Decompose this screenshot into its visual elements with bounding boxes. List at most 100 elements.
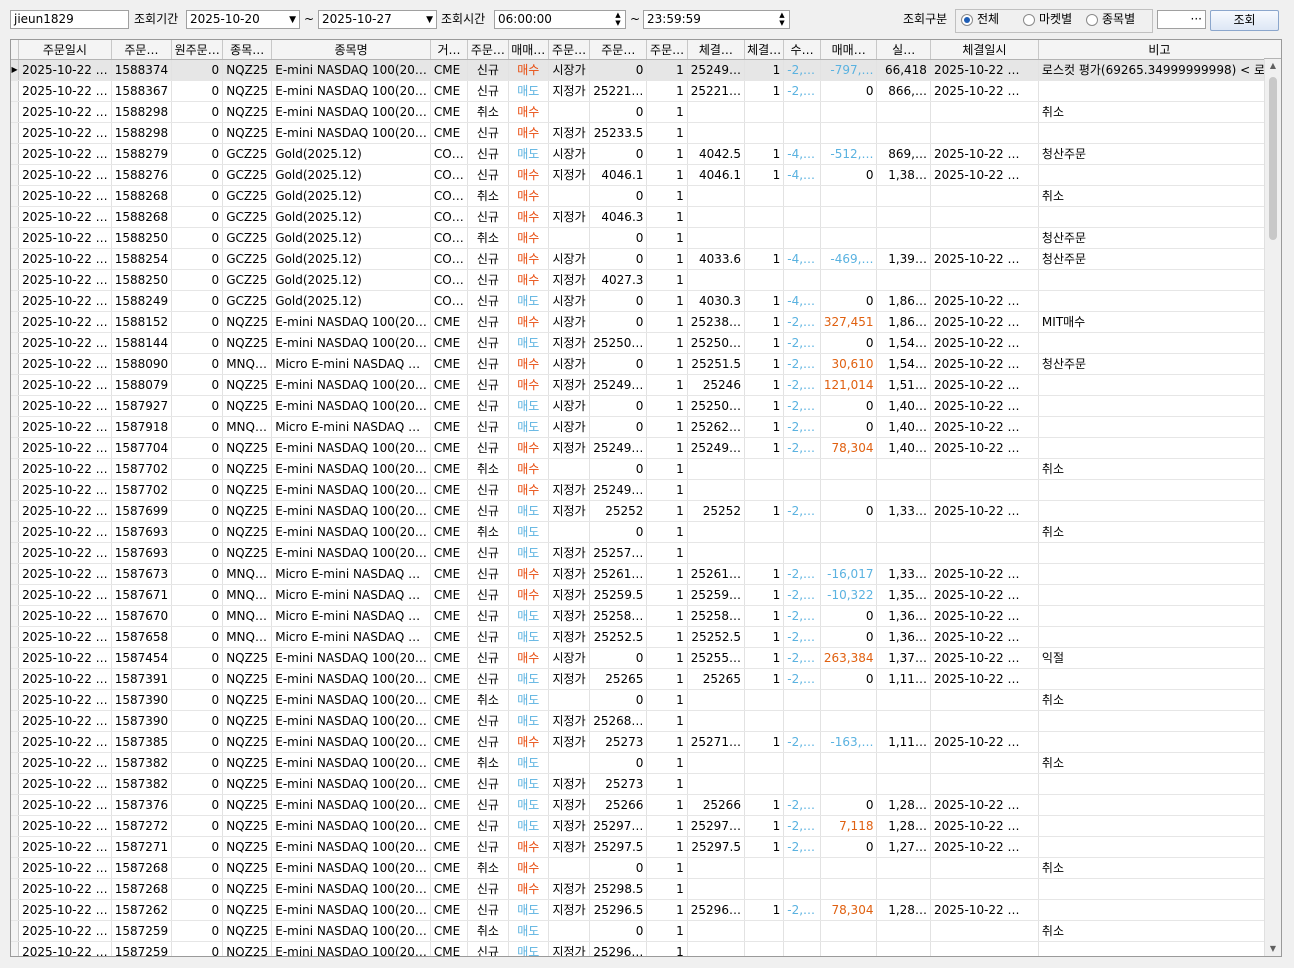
cell-side[interactable]: 매수 [508, 836, 549, 858]
cell-order-type[interactable]: 신규 [467, 773, 509, 795]
cell-orig-order-no[interactable]: 0 [171, 794, 224, 816]
cell-price-type[interactable]: 시장가 [548, 353, 591, 375]
cell-fill-qty[interactable] [744, 479, 785, 501]
cell-exchange[interactable]: CME [430, 374, 469, 396]
cell-order-type[interactable]: 신규 [467, 164, 509, 186]
cell-fill-datetime[interactable] [930, 122, 1039, 144]
table-row[interactable]: 2025-10-22 … 1588276 0 GCZ25 Gold(2025.12) CO… [11, 164, 1281, 186]
cell-remarks[interactable] [1038, 80, 1281, 102]
cell-price-type[interactable] [548, 521, 591, 543]
cell-order-datetime[interactable]: 2025-10-22 … [18, 143, 112, 165]
row-indicator[interactable] [11, 206, 20, 228]
cell-symbol[interactable]: GCZ25 [222, 143, 273, 165]
cell-order-type[interactable]: 취소 [467, 185, 509, 207]
cell-remarks[interactable]: 익절 [1038, 647, 1281, 669]
row-indicator[interactable] [11, 143, 20, 165]
cell-order-no[interactable]: 1587918 [111, 416, 173, 438]
cell-symbol-name[interactable]: E-mini NASDAQ 100(20… [271, 479, 431, 501]
cell-fill-price[interactable]: 4030.3 [687, 290, 745, 312]
cell-fill-qty[interactable]: 1 [744, 416, 785, 438]
cell-realized[interactable]: 1,86… [876, 311, 931, 333]
cell-order-no[interactable]: 1587376 [111, 794, 173, 816]
cell-order-type[interactable]: 취소 [467, 101, 509, 123]
cell-side[interactable]: 매도 [508, 710, 549, 732]
cell-fee[interactable] [783, 752, 821, 774]
table-row[interactable]: 2025-10-22 … 1587271 0 NQZ25 E-mini NASDAQ 1… [11, 836, 1281, 858]
table-row[interactable]: 2025-10-22 … 1587268 0 NQZ25 E-mini NASDAQ 1… [11, 857, 1281, 879]
row-indicator[interactable] [11, 710, 20, 732]
cell-exchange[interactable]: CO… [430, 248, 469, 270]
cell-order-no[interactable]: 1587271 [111, 836, 173, 858]
row-indicator[interactable] [11, 878, 20, 900]
cell-side[interactable]: 매도 [508, 626, 549, 648]
cell-order-datetime[interactable]: 2025-10-22 … [18, 647, 112, 669]
cell-order-qty[interactable]: 1 [646, 689, 688, 711]
cell-pnl[interactable] [820, 689, 878, 711]
cell-order-qty[interactable]: 1 [646, 605, 688, 627]
cell-order-price[interactable]: 25249… [589, 374, 648, 396]
cell-price-type[interactable]: 지정가 [548, 626, 591, 648]
cell-order-price[interactable]: 0 [589, 689, 648, 711]
cell-pnl[interactable]: 0 [820, 395, 878, 417]
cell-orig-order-no[interactable]: 0 [171, 185, 224, 207]
cell-orig-order-no[interactable]: 0 [171, 563, 224, 585]
cell-remarks[interactable] [1038, 332, 1281, 354]
cell-order-price[interactable]: 0 [589, 353, 648, 375]
cell-order-price[interactable]: 0 [589, 143, 648, 165]
cell-symbol-name[interactable]: Gold(2025.12) [271, 143, 431, 165]
cell-order-no[interactable]: 1587268 [111, 878, 173, 900]
cell-symbol[interactable]: NQZ25 [222, 857, 273, 879]
cell-realized[interactable]: 1,86… [876, 290, 931, 312]
cell-symbol[interactable]: NQZ25 [222, 920, 273, 942]
cell-fee[interactable] [783, 206, 821, 228]
cell-exchange[interactable]: CME [430, 815, 469, 837]
cell-order-qty[interactable]: 1 [646, 773, 688, 795]
cell-order-type[interactable]: 신규 [467, 647, 509, 669]
cell-fill-datetime[interactable]: 2025-10-22 … [930, 290, 1039, 312]
cell-price-type[interactable] [548, 458, 591, 480]
cell-price-type[interactable]: 지정가 [548, 500, 591, 522]
cell-side[interactable]: 매수 [508, 227, 549, 249]
cell-fill-datetime[interactable]: 2025-10-22 … [930, 395, 1039, 417]
cell-symbol-name[interactable]: E-mini NASDAQ 100(20… [271, 542, 431, 564]
cell-side[interactable]: 매도 [508, 542, 549, 564]
cell-fill-datetime[interactable]: 2025-10-22 … [930, 563, 1039, 585]
cell-orig-order-no[interactable]: 0 [171, 710, 224, 732]
cell-fill-price[interactable]: 25296… [687, 899, 745, 921]
cell-remarks[interactable] [1038, 437, 1281, 459]
cell-order-price[interactable]: 0 [589, 290, 648, 312]
cell-order-type[interactable]: 신규 [467, 710, 509, 732]
cell-fill-datetime[interactable]: 2025-10-22 … [930, 731, 1039, 753]
table-row[interactable]: 2025-10-22 … 1587702 0 NQZ25 E-mini NASDAQ 1… [11, 458, 1281, 480]
cell-order-type[interactable]: 신규 [467, 311, 509, 333]
cell-exchange[interactable]: CME [430, 353, 469, 375]
cell-order-price[interactable]: 25297.5 [589, 836, 648, 858]
cell-order-qty[interactable]: 1 [646, 416, 688, 438]
cell-symbol-name[interactable]: Micro E-mini NASDAQ … [271, 626, 431, 648]
cell-order-price[interactable]: 0 [589, 248, 648, 270]
cell-side[interactable]: 매도 [508, 815, 549, 837]
cell-symbol-name[interactable]: E-mini NASDAQ 100(20… [271, 80, 431, 102]
cell-fill-qty[interactable] [744, 710, 785, 732]
table-row[interactable]: 2025-10-22 … 1588249 0 GCZ25 Gold(2025.12) CO… [11, 290, 1281, 312]
cell-order-qty[interactable]: 1 [646, 206, 688, 228]
cell-order-datetime[interactable]: 2025-10-22 … [18, 941, 112, 956]
cell-price-type[interactable]: 시장가 [548, 416, 591, 438]
cell-order-type[interactable]: 신규 [467, 206, 509, 228]
table-row[interactable]: 2025-10-22 … 1587259 0 NQZ25 E-mini NASDAQ 1… [11, 941, 1281, 956]
cell-side[interactable]: 매수 [508, 374, 549, 396]
cell-pnl[interactable] [820, 122, 878, 144]
time-from-field[interactable]: 06:00:00 ▲ ▼ [494, 10, 626, 29]
cell-remarks[interactable] [1038, 164, 1281, 186]
cell-order-no[interactable]: 1588374 [111, 59, 173, 81]
cell-realized[interactable]: 1,11… [876, 668, 931, 690]
row-indicator[interactable] [11, 374, 20, 396]
row-indicator[interactable] [11, 731, 20, 753]
cell-price-type[interactable]: 지정가 [548, 731, 591, 753]
cell-price-type[interactable] [548, 920, 591, 942]
cell-exchange[interactable]: CME [430, 542, 469, 564]
cell-fill-qty[interactable] [744, 122, 785, 144]
row-indicator[interactable] [11, 626, 20, 648]
cell-realized[interactable] [876, 227, 931, 249]
row-indicator[interactable] [11, 941, 20, 956]
